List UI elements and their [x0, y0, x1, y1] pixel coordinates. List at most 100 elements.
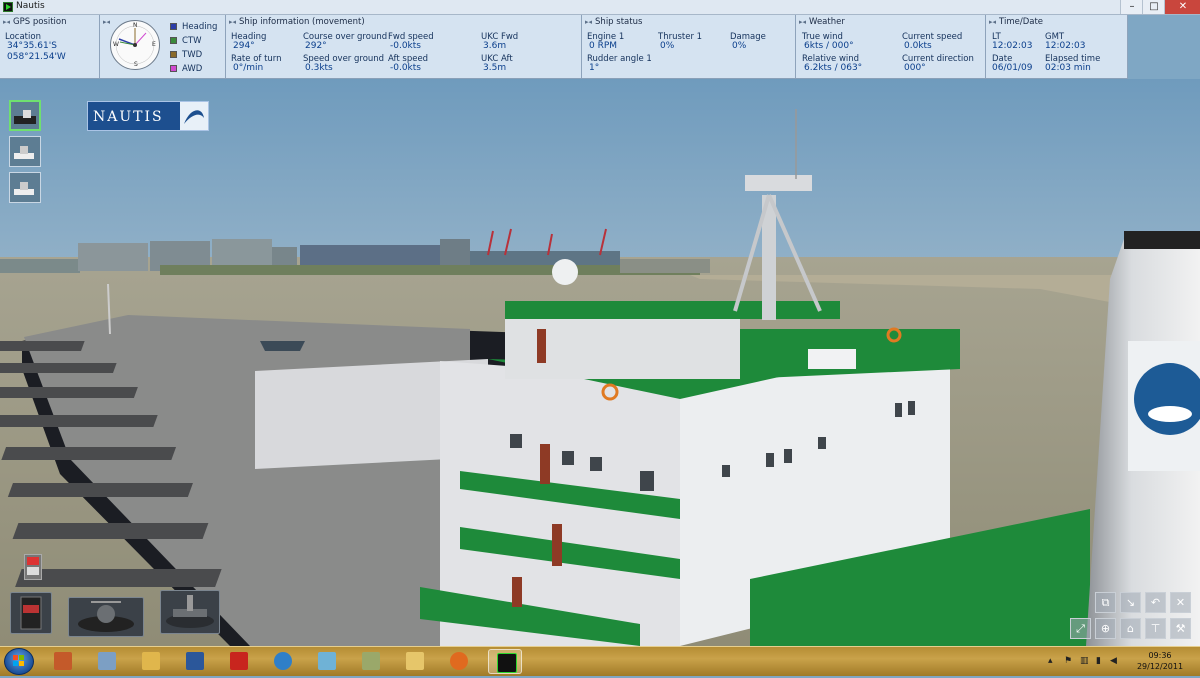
- simulation-viewport[interactable]: [0, 79, 1200, 646]
- lt-value: 12:02:03: [992, 41, 1033, 51]
- windows-taskbar: ▴ ⚑ ▥ ▮ ◀ 09:36 29/12/2011: [0, 646, 1200, 676]
- wrench-icon: ⚒: [1175, 622, 1186, 635]
- elapsed-value: 02:03 min: [1045, 63, 1091, 73]
- pin-tool-button[interactable]: ⊤: [1145, 618, 1166, 639]
- network-icon[interactable]: ▥: [1080, 656, 1089, 666]
- taskbar-acrobat[interactable]: [222, 649, 256, 674]
- expand-tool-button[interactable]: ⤢: [1070, 618, 1091, 639]
- alarm-light-icon: [27, 557, 39, 565]
- volume-icon[interactable]: ◀: [1110, 656, 1117, 666]
- gps-section: ▸◂ GPS position Location 34°35.61'S 058°2…: [0, 15, 100, 78]
- app-icon: [362, 652, 380, 670]
- flag-icon[interactable]: ⚑: [1064, 656, 1072, 666]
- fwd-speed-value: -0.0kts: [390, 41, 421, 51]
- app-icon: [406, 652, 424, 670]
- compass-rose-icon: N E S W: [110, 20, 160, 70]
- collapse-icon: ▸◂: [989, 18, 997, 26]
- aft-speed-value: -0.0kts: [390, 63, 421, 73]
- settings-tool-button[interactable]: ⚒: [1170, 618, 1191, 639]
- taskbar-messenger[interactable]: [266, 649, 300, 674]
- tray-chevron-icon[interactable]: ▴: [1048, 656, 1053, 666]
- taskbar-firefox[interactable]: [442, 649, 476, 674]
- start-button[interactable]: [4, 648, 34, 675]
- ship-info-header[interactable]: ▸◂ Ship information (movement): [229, 17, 365, 27]
- taskbar-calculator[interactable]: [90, 649, 124, 674]
- relative-wind-value: 6.2kts / 063°: [804, 63, 863, 73]
- taskbar-app-7[interactable]: [310, 649, 344, 674]
- taskbar-nautis[interactable]: [488, 649, 522, 674]
- weather-header[interactable]: ▸◂ Weather: [799, 17, 845, 27]
- heading-value: 294°: [233, 41, 255, 51]
- folder-icon: [142, 652, 160, 670]
- close-view-button[interactable]: ✕: [1170, 592, 1191, 613]
- camera-view-2-thumbnail[interactable]: [9, 136, 41, 167]
- camera-view-3-thumbnail[interactable]: [9, 172, 41, 203]
- zoom-icon: ⊕: [1100, 622, 1111, 635]
- diagonal-arrow-icon: ↘: [1125, 596, 1136, 609]
- thruster-control[interactable]: [160, 590, 220, 634]
- close-button[interactable]: ✕: [1164, 0, 1200, 14]
- close-icon: ✕: [1175, 596, 1186, 609]
- longitude-value: 058°21.54'W: [7, 52, 66, 62]
- rate-of-turn-value: 0°/min: [233, 63, 264, 73]
- rudder-control[interactable]: [68, 597, 144, 637]
- twd-legend-swatch: [170, 51, 177, 58]
- app-icon: [54, 652, 72, 670]
- zoom-tool-button[interactable]: ⊕: [1095, 618, 1116, 639]
- alarm-indicator[interactable]: [24, 554, 42, 580]
- thruster-lever-icon: [166, 595, 214, 628]
- window-title: Nautis: [16, 1, 45, 11]
- firefox-icon: [450, 652, 468, 670]
- engine-telegraph-control[interactable]: [10, 592, 52, 634]
- undo-button[interactable]: ↶: [1145, 592, 1166, 613]
- restore-view-button[interactable]: ⧉: [1095, 592, 1116, 613]
- collapse-icon: ▸◂: [3, 18, 11, 26]
- ukc-fwd-value: 3.6m: [483, 41, 507, 51]
- gps-header[interactable]: ▸◂ GPS position: [3, 17, 67, 27]
- window-icon: ⧉: [1101, 596, 1110, 609]
- taskbar-word[interactable]: [178, 649, 212, 674]
- ukc-aft-value: 3.5m: [483, 63, 507, 73]
- wave-logo-icon: [180, 102, 208, 130]
- taskbar-app-8[interactable]: [354, 649, 388, 674]
- thruster-value: 0%: [660, 41, 675, 51]
- messenger-icon: [274, 652, 292, 670]
- collapse-icon: ▸◂: [229, 18, 237, 26]
- ship-status-section: ▸◂ Ship status Engine 1 0 RPM Thruster 1 …: [582, 15, 796, 78]
- signal-icon[interactable]: ▮: [1096, 656, 1101, 666]
- collapse-icon: ▸◂: [103, 18, 111, 26]
- ship-icon: [14, 110, 36, 124]
- clock-date: 29/12/2011: [1136, 662, 1184, 671]
- nautis-app-icon: [3, 2, 13, 12]
- awd-legend-swatch: [170, 65, 177, 72]
- tug-icon: [14, 182, 34, 195]
- damage-value: 0%: [732, 41, 747, 51]
- camera-tool-button[interactable]: ⌂: [1120, 618, 1141, 639]
- helm-wheel-icon: [78, 601, 134, 632]
- taskbar-clock[interactable]: 09:36 29/12/2011: [1134, 650, 1186, 672]
- ctw-legend-swatch: [170, 37, 177, 44]
- arrow-tool-button[interactable]: ↘: [1120, 592, 1141, 613]
- telegraph-icon: [20, 596, 42, 630]
- heading-legend-swatch: [170, 23, 177, 30]
- date-value: 06/01/09: [992, 63, 1033, 73]
- taskbar-app-9[interactable]: [398, 649, 432, 674]
- time-section: ▸◂ Time/Date LT 12:02:03 GMT 12:02:03 Dat…: [986, 15, 1128, 78]
- camera-view-1-thumbnail[interactable]: [9, 100, 41, 131]
- collapse-icon: ▸◂: [799, 18, 807, 26]
- minimize-button[interactable]: –: [1120, 0, 1143, 14]
- taskbar-app-1[interactable]: [46, 649, 80, 674]
- window-title-bar: Nautis – □ ✕: [0, 0, 1200, 15]
- expand-icon: ⤢: [1076, 622, 1085, 635]
- ctw-legend-label: CTW: [182, 36, 202, 46]
- maximize-button[interactable]: □: [1142, 0, 1165, 14]
- time-header[interactable]: ▸◂ Time/Date: [989, 17, 1043, 27]
- current-speed-value: 0.0kts: [904, 41, 932, 51]
- nautis-logo: NAUTIS: [87, 101, 209, 131]
- pin-icon: ⊤: [1150, 622, 1161, 635]
- awd-legend-label: AWD: [182, 64, 203, 74]
- windows-logo-icon: [13, 655, 24, 666]
- engine-value: 0 RPM: [589, 41, 618, 51]
- ship-status-header[interactable]: ▸◂ Ship status: [585, 17, 642, 27]
- taskbar-explorer[interactable]: [134, 649, 168, 674]
